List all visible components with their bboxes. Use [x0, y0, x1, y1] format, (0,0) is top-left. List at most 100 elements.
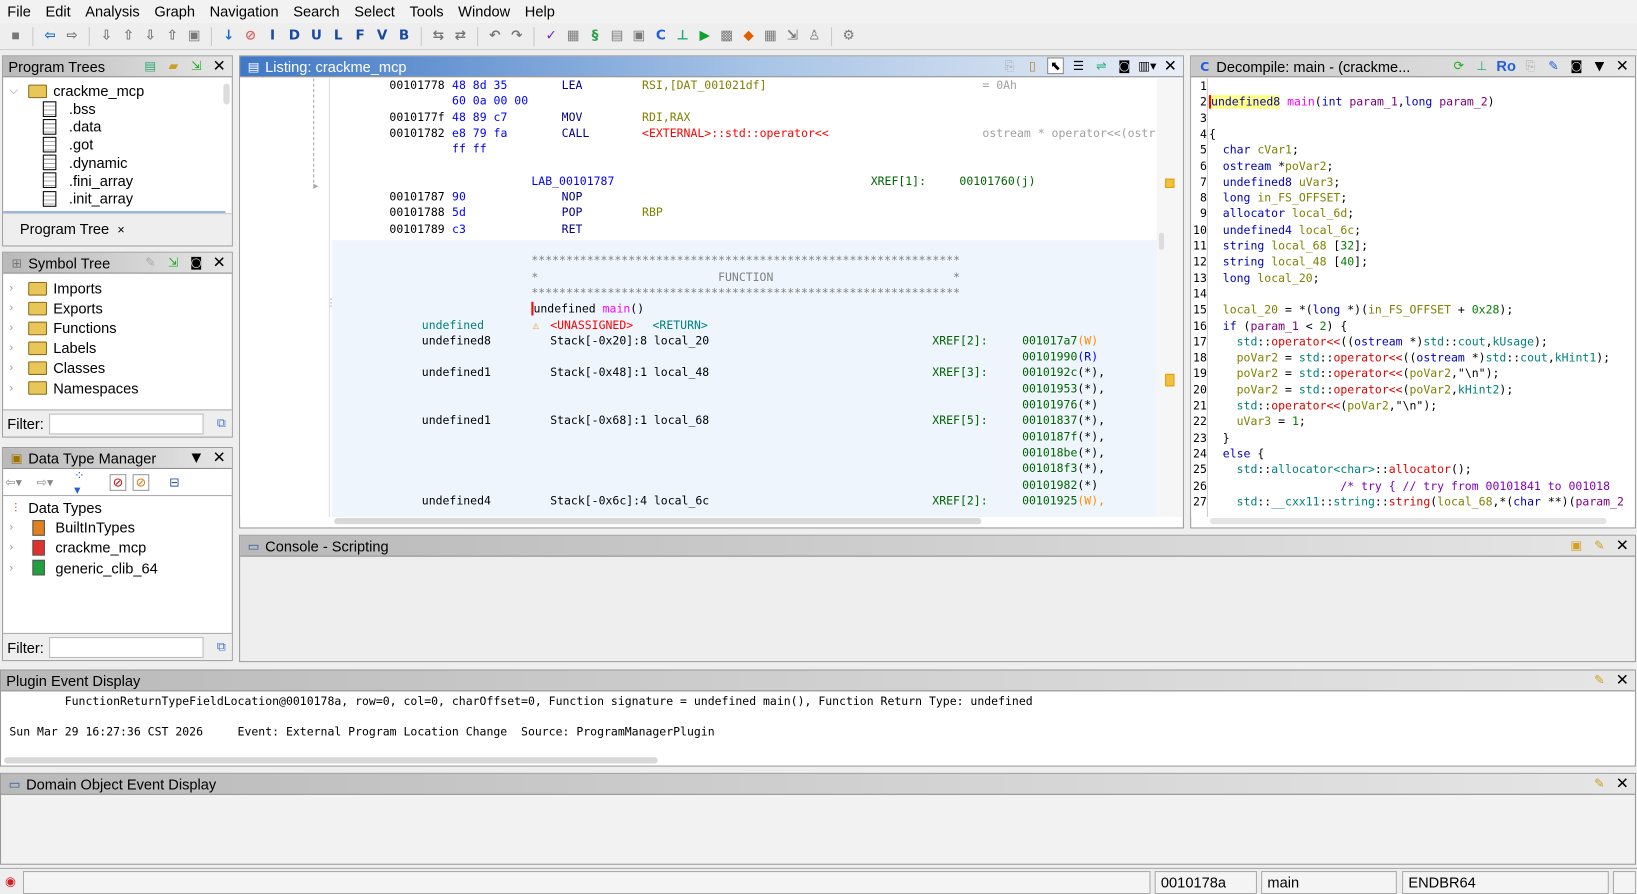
chevron-right-icon[interactable]: › [9, 561, 24, 574]
scrollbar[interactable] [223, 83, 230, 105]
xref-address[interactable]: 001018f3 [1022, 462, 1077, 476]
select-cursor-icon[interactable]: ⬉ [1047, 57, 1064, 75]
decompile-line[interactable]: 4{ [1191, 127, 1629, 143]
listing-row[interactable]: ****************************************… [332, 286, 1157, 302]
listing-op[interactable]: RSI,[DAT_001021df] [642, 78, 766, 92]
nav-d-button[interactable]: D [285, 27, 304, 46]
decompile-line[interactable]: 20 poVar2 = std::operator<<(poVar2,kHint… [1191, 383, 1629, 399]
new-tree-icon[interactable]: ▤ [142, 57, 159, 74]
forward-icon[interactable]: ⇨▾ [37, 474, 54, 491]
code-text[interactable]: else { [1209, 447, 1264, 461]
code-text[interactable]: poVar2 = std::operator<<(poVar2,kHint2); [1209, 383, 1514, 397]
chevron-right-icon[interactable]: › [9, 322, 24, 335]
menu-dropdown-icon[interactable]: ▼ [188, 449, 205, 466]
symbol-tree-item-labels[interactable]: › Labels [9, 339, 96, 358]
listing-row[interactable] [332, 158, 1157, 174]
copy-icon[interactable]: ⎘ [1001, 57, 1018, 74]
bookmark-marker-icon[interactable] [1165, 373, 1175, 387]
decompile-line[interactable]: 26 /* try { // try from 00101841 to 0010… [1191, 479, 1629, 495]
nav-v-button[interactable]: V [373, 27, 392, 46]
xref-address[interactable]: 00101953 [1022, 382, 1077, 396]
listing-row[interactable]: 00101976(*) [332, 398, 1157, 414]
diff-icon[interactable]: ⇌ [1093, 57, 1110, 74]
nav2-icon[interactable]: ⇧ [119, 27, 138, 46]
xref-address[interactable]: 00101925 [1022, 494, 1077, 508]
table-icon[interactable]: ▦ [761, 27, 780, 46]
tab-close-icon[interactable]: × [117, 222, 124, 237]
symbol-filter-input[interactable] [49, 413, 204, 434]
tree-item-got[interactable]: .got [42, 135, 93, 154]
symbol-tree-item-namespaces[interactable]: › Namespaces [9, 379, 138, 398]
decompile-line[interactable]: 3 [1191, 111, 1629, 127]
tree-root-crackme-mcp[interactable]: ⌵ crackme_mcp [9, 81, 144, 100]
code-text[interactable]: uVar3 = 1; [1209, 415, 1306, 429]
script-icon[interactable]: § [586, 27, 605, 46]
clear-icon[interactable]: ✎ [1591, 537, 1608, 554]
listing-row[interactable]: undefined1 Stack[-0x48]:1 local_48 XREF[3]… [332, 366, 1157, 382]
close-icon[interactable]: ✕ [211, 253, 228, 272]
filter-options-icon[interactable]: ⧉ [213, 639, 230, 656]
nav1-icon[interactable]: ⇩ [97, 27, 116, 46]
scrollbar-thumb[interactable] [1158, 232, 1165, 250]
tree-item-fini_array[interactable]: .fini_array [42, 171, 133, 190]
down-arrow-icon[interactable]: ↓ [219, 27, 238, 46]
run-icon[interactable]: ▶ [695, 27, 714, 46]
decompile-line[interactable]: 17 std::operator<<((ostream *)std::cout,… [1191, 335, 1629, 351]
decompile-line[interactable]: 19 poVar2 = std::operator<<(poVar2,"\n")… [1191, 367, 1629, 383]
code-text[interactable]: local_20 = *(long *)(in_FS_OFFSET + 0x28… [1209, 303, 1513, 317]
decompile-line[interactable]: 27 std::__cxx11::string::string(local_68… [1191, 495, 1629, 511]
snapshot-icon[interactable]: ◙ [1568, 57, 1585, 74]
decompile-line[interactable]: 7 undefined8 uVar3; [1191, 175, 1629, 191]
archive-icon[interactable]: ⁘▾ [74, 468, 91, 497]
chevron-right-icon[interactable]: › [9, 282, 24, 295]
undo-icon[interactable]: ↶ [485, 27, 504, 46]
listing-row[interactable] [332, 238, 1157, 254]
decompile-line[interactable]: 6 ostream *poVar2; [1191, 159, 1629, 175]
diamond-icon[interactable]: ◆ [739, 27, 758, 46]
snapshot-icon[interactable]: ◙ [1116, 57, 1133, 74]
redo-icon[interactable]: ↷ [507, 27, 526, 46]
listing-row[interactable]: 00101789 c3 RET [332, 222, 1157, 238]
decompile-line[interactable]: 24 else { [1191, 447, 1629, 463]
xref-target[interactable]: 00101837(*), [1022, 414, 1105, 428]
tree-root-data-types[interactable]: ⫶ Data Types [7, 498, 102, 517]
decompile-line[interactable]: 10 undefined4 local_6c; [1191, 223, 1629, 239]
bookmark-marker-icon[interactable] [1165, 178, 1175, 188]
code-text[interactable]: /* try { // try from 00101841 to 001018 [1209, 479, 1610, 493]
code-text[interactable]: undefined8 uVar3; [1209, 175, 1341, 189]
listing-op[interactable]: RDI,RAX [642, 110, 690, 124]
listing-row[interactable]: undefined4 Stack[-0x6c]:4 local_6c XREF[2]… [332, 494, 1157, 510]
menu-graph[interactable]: Graph [147, 3, 202, 20]
listing-row[interactable]: LAB_00101787 XREF[1]: 00101760(j) [332, 174, 1157, 190]
chevron-right-icon[interactable]: › [9, 541, 24, 554]
decompile-line[interactable]: 8 long in_FS_OFFSET; [1191, 191, 1629, 207]
code-text[interactable]: std::operator<<(poVar2,"\n"); [1209, 399, 1438, 413]
listing-row[interactable]: undefined <UNASSIGNED> <RETURN> ⚠ [332, 318, 1157, 334]
decompile-line[interactable]: 15 local_20 = *(long *)(in_FS_OFFSET + 0… [1191, 303, 1629, 319]
xref-address[interactable]: 00101976 [1022, 398, 1077, 412]
listing-row[interactable]: 001018be(*), [332, 446, 1157, 462]
clear-icon[interactable]: ✎ [1591, 775, 1608, 792]
xref-address[interactable]: 00101760(j) [959, 174, 1035, 188]
chevron-down-icon[interactable]: ⌵ [9, 84, 24, 98]
xref-target[interactable]: 00101760(j) [959, 174, 1035, 188]
decompile-line[interactable]: 21 std::operator<<(poVar2,"\n"); [1191, 399, 1629, 415]
decompile-line[interactable]: 1 [1191, 79, 1629, 95]
listing-row[interactable]: ****************************************… [332, 254, 1157, 270]
listing-row[interactable]: 00101990(R) [332, 350, 1157, 366]
code-text[interactable]: } [1209, 431, 1230, 445]
close-icon[interactable]: ✕ [1614, 671, 1631, 690]
chip-icon[interactable]: ▩ [717, 27, 736, 46]
symbol-tree-item-imports[interactable]: › Imports [9, 279, 102, 298]
display-options-icon[interactable]: ▥▾ [1138, 57, 1156, 74]
close-icon[interactable]: ✕ [1162, 56, 1179, 75]
save-icon[interactable]: ▪ [6, 27, 25, 46]
symbol-tree-item-classes[interactable]: › Classes [9, 359, 105, 378]
horizontal-scrollbar[interactable] [1209, 518, 1607, 525]
config-icon[interactable]: ⚙ [839, 27, 858, 46]
open-folder-icon[interactable]: ▰ [165, 57, 182, 74]
listing-row[interactable]: 00101788 5d POP RBP [332, 206, 1157, 222]
code-text[interactable]: char cVar1; [1209, 143, 1299, 157]
xref-target[interactable]: 001018be(*), [1022, 446, 1105, 460]
function-name[interactable]: main [603, 302, 631, 316]
